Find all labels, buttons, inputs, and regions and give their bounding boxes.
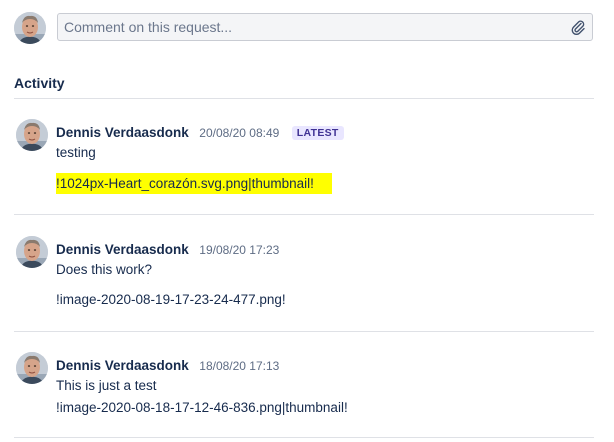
entry-meta: Dennis Verdaasdonk 18/08/20 17:13 [56, 357, 279, 375]
highlighted-text: !1024px-Heart_corazón.svg.png|thumbnail! [56, 173, 332, 194]
comment-text: Does this work? [56, 262, 153, 277]
comment-text: testing [56, 145, 96, 160]
avatar [16, 119, 48, 151]
divider [14, 331, 594, 332]
activity-heading: Activity [14, 75, 65, 91]
entry-meta: Dennis Verdaasdonk 20/08/20 08:49 LATEST [56, 124, 344, 142]
timestamp: 20/08/20 08:49 [199, 126, 280, 140]
timestamp: 19/08/20 17:23 [199, 243, 280, 257]
divider [14, 98, 594, 99]
paperclip-icon[interactable] [570, 19, 586, 36]
current-user-avatar [14, 12, 46, 44]
avatar [16, 236, 48, 268]
author-name[interactable]: Dennis Verdaasdonk [56, 125, 189, 140]
comment-attachment-markup: !1024px-Heart_corazón.svg.png|thumbnail! [56, 173, 332, 194]
comment-input[interactable] [58, 14, 592, 40]
comment-text: This is just a test [56, 378, 157, 393]
divider [14, 214, 594, 215]
comment-box[interactable] [57, 13, 593, 41]
avatar [16, 352, 48, 384]
comment-attachment-markup: !image-2020-08-18-17-12-46-836.png|thumb… [56, 400, 348, 415]
entry-meta: Dennis Verdaasdonk 19/08/20 17:23 [56, 241, 279, 259]
author-name[interactable]: Dennis Verdaasdonk [56, 242, 189, 257]
timestamp: 18/08/20 17:13 [199, 359, 280, 373]
author-name[interactable]: Dennis Verdaasdonk [56, 358, 189, 373]
divider [14, 437, 594, 438]
latest-badge: LATEST [291, 126, 344, 140]
comment-attachment-markup: !image-2020-08-19-17-23-24-477.png! [56, 292, 286, 307]
